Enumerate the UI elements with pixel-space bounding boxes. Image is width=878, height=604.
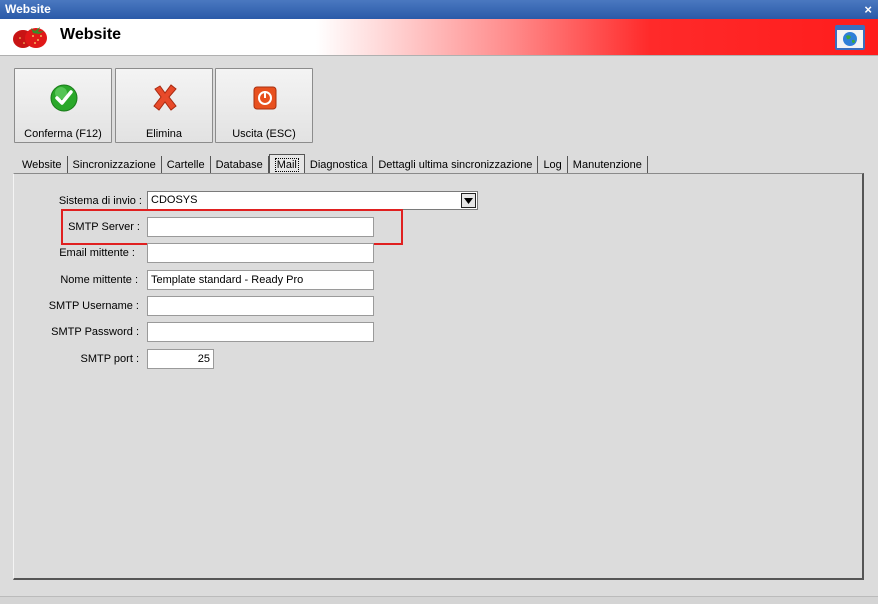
checkmark-icon <box>50 84 78 112</box>
exit-label: Uscita (ESC) <box>232 128 296 140</box>
tab-diagnostica[interactable]: Diagnostica <box>305 156 374 174</box>
tab-database[interactable]: Database <box>211 156 269 174</box>
smtp-username-label: SMTP Username : <box>48 300 139 312</box>
sistema-invio-value: CDOSYS <box>151 194 198 206</box>
globe-window-icon[interactable] <box>835 25 865 50</box>
tab-mail[interactable]: Mail <box>268 154 305 174</box>
confirm-label: Conferma (F12) <box>24 128 102 140</box>
highlight-box <box>61 209 403 245</box>
close-icon[interactable]: × <box>864 0 872 19</box>
power-icon <box>253 86 277 110</box>
sistema-invio-label: Sistema di invio : <box>58 195 142 207</box>
email-mittente-input[interactable] <box>147 243 374 263</box>
confirm-button[interactable]: Conferma (F12) <box>14 68 112 143</box>
tab-website[interactable]: Website <box>18 156 68 174</box>
smtp-password-label: SMTP Password : <box>51 326 139 338</box>
strawberry-logo-icon <box>13 27 47 48</box>
tab-sincronizzazione[interactable]: Sincronizzazione <box>68 156 162 174</box>
tab-cartelle[interactable]: Cartelle <box>162 156 211 174</box>
nome-mittente-label: Nome mittente : <box>60 274 138 286</box>
window-titlebar: Website × <box>0 0 878 19</box>
tab-strip: Website Sincronizzazione Cartelle Databa… <box>18 154 648 174</box>
status-bar <box>0 596 878 604</box>
smtp-port-label: SMTP port : <box>80 353 139 365</box>
delete-x-icon <box>153 84 177 111</box>
tab-log[interactable]: Log <box>538 156 568 174</box>
delete-label: Elimina <box>145 128 183 140</box>
smtp-username-input[interactable] <box>147 296 374 316</box>
nome-mittente-input[interactable] <box>147 270 374 290</box>
smtp-port-input[interactable] <box>147 349 214 369</box>
smtp-password-input[interactable] <box>147 322 374 342</box>
tab-manutenzione[interactable]: Manutenzione <box>568 156 648 174</box>
exit-button[interactable]: Uscita (ESC) <box>215 68 313 143</box>
banner-title: Website <box>60 26 122 43</box>
tab-dettagli-ultima-sincronizzazione[interactable]: Dettagli ultima sincronizzazione <box>373 156 539 174</box>
sistema-invio-select[interactable]: CDOSYS <box>147 191 478 210</box>
chevron-down-icon[interactable] <box>461 193 476 208</box>
email-mittente-label: Email mittente : <box>59 247 135 259</box>
delete-button[interactable]: Elimina <box>115 68 213 143</box>
header-banner: Website <box>0 19 878 56</box>
window-title: Website <box>5 2 51 16</box>
tab-mail-label: Mail <box>274 158 299 172</box>
